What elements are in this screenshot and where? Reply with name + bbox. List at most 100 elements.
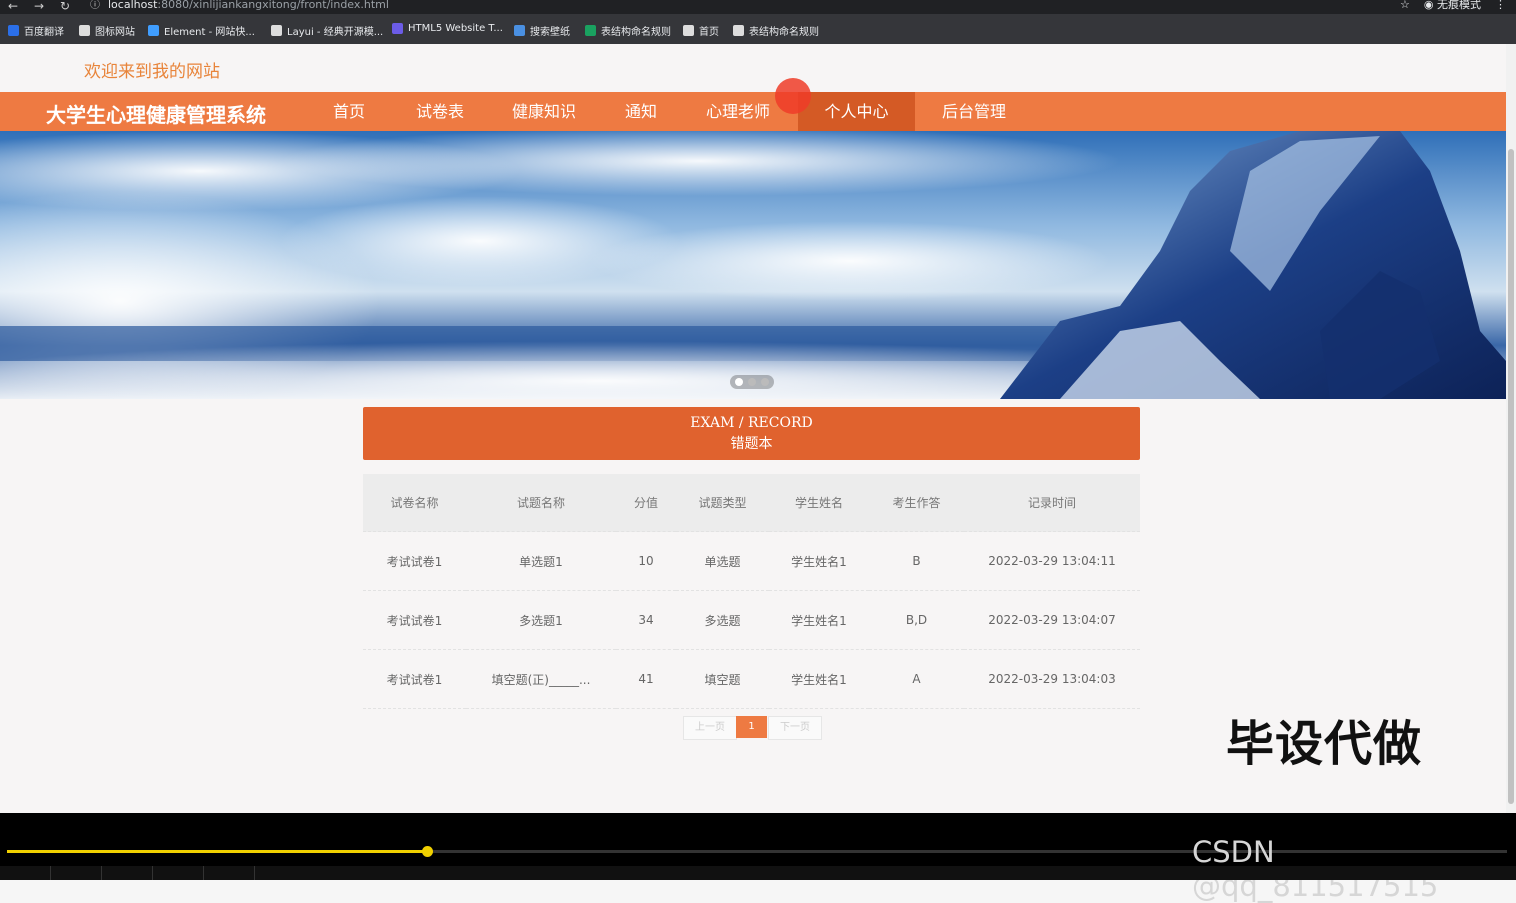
column-header: 记录时间 xyxy=(964,474,1140,532)
table-row[interactable]: 考试试卷1 单选题1 10 单选题 学生姓名1 B 2022-03-29 13:04:11 xyxy=(363,531,1140,591)
bookmark-star-icon[interactable]: ☆ xyxy=(1400,0,1410,11)
hero-banner xyxy=(0,131,1506,399)
forward-icon[interactable]: → xyxy=(34,0,44,12)
page-viewport: 欢迎来到我的网站 大学生心理健康管理系统 首页 试卷表 健康知识 通知 心理老师 个人中心… xyxy=(0,44,1506,813)
table-cell: 学生姓名1 xyxy=(769,590,869,650)
next-page-button[interactable]: 下一页 xyxy=(768,716,822,740)
system-title: 大学生心理健康管理系统 xyxy=(46,103,266,127)
profile-area[interactable]: ☆ ◉ 无痕模式 ⋮ xyxy=(1400,0,1506,11)
url-field[interactable]: localhost:8080/xinlijiankangxitong/front… xyxy=(108,0,389,11)
table-cell: 填空题 xyxy=(676,649,769,709)
bookmark-label: Layui - 经典开源模... xyxy=(287,27,384,38)
bookmark-label: 表结构命名规则 xyxy=(601,27,671,38)
table-cell: 考试试卷1 xyxy=(363,531,466,591)
watermark-text: 毕设代做 xyxy=(1226,716,1423,772)
bookmark-item[interactable]: Element - 网站快... xyxy=(148,23,255,38)
bookmark-label: 搜索壁纸 xyxy=(530,27,570,38)
bookmark-item[interactable]: Layui - 经典开源模... xyxy=(271,23,383,38)
bookmark-item[interactable]: 表结构命名规则 xyxy=(585,23,671,38)
nav-item[interactable]: 健康知识 xyxy=(500,92,588,131)
section-title-cn: 错题本 xyxy=(730,436,773,452)
bookmark-item[interactable]: HTML5 Website T... xyxy=(392,23,503,34)
table-cell: 多选题1 xyxy=(466,590,616,650)
table-cell: B xyxy=(869,531,964,591)
info-icon: ⓘ xyxy=(90,0,100,11)
nav-item[interactable]: 通知 xyxy=(610,92,672,131)
click-indicator xyxy=(775,78,811,114)
table-cell: 学生姓名1 xyxy=(769,531,869,591)
table-row[interactable]: 考试试卷1 填空题(正)_____... 41 填空题 学生姓名1 A 2022-03-29… xyxy=(363,649,1140,709)
welcome-text: 欢迎来到我的网站 xyxy=(84,62,220,82)
bookmark-favicon-icon xyxy=(148,25,159,36)
main-navbar: 大学生心理健康管理系统 首页 试卷表 健康知识 通知 心理老师 个人中心 后台管理 xyxy=(0,92,1506,131)
video-player-bar: CSDN @qq_811517515 xyxy=(0,813,1516,903)
table-cell: 考试试卷1 xyxy=(363,590,466,650)
banner-image xyxy=(0,131,1506,399)
carousel-dot-1[interactable] xyxy=(735,378,743,386)
nav-item[interactable]: 后台管理 xyxy=(926,92,1022,131)
player-controls xyxy=(0,866,1516,880)
bookmark-favicon-icon xyxy=(8,25,19,36)
column-header: 学生姓名 xyxy=(769,474,869,532)
carousel-dots xyxy=(730,375,774,389)
table-cell: 单选题1 xyxy=(466,531,616,591)
incognito-icon: ◉ xyxy=(1423,0,1434,11)
nav-item[interactable]: 个人中心 xyxy=(798,92,915,131)
bookmarks-bar: 百度翻译 图标网站 Element - 网站快... Layui - 经典开源模...… xyxy=(0,14,1516,44)
table-cell: 学生姓名1 xyxy=(769,649,869,709)
browser-address-bar: ← → ↻ ⓘ localhost:8080/xinlijiankangxito… xyxy=(0,0,1516,14)
progress-knob[interactable] xyxy=(422,846,433,857)
table-cell: 41 xyxy=(616,649,676,709)
bookmark-label: 百度翻译 xyxy=(24,27,64,38)
nav-item[interactable]: 心理老师 xyxy=(694,92,782,131)
bookmark-favicon-icon xyxy=(683,25,694,36)
table-cell: B,D xyxy=(869,590,964,650)
bookmark-favicon-icon xyxy=(585,25,596,36)
table-cell: 单选题 xyxy=(676,531,769,591)
scrollbar-thumb[interactable] xyxy=(1508,149,1514,804)
bookmark-label: 首页 xyxy=(699,27,719,38)
page-scrollbar[interactable] xyxy=(1506,44,1516,813)
wrong-answers-table: 试卷名称 试题名称 分值 试题类型 学生姓名 考生作答 记录时间 考试试卷1 单选题1 10 单选… xyxy=(363,474,1140,709)
bookmark-favicon-icon xyxy=(733,25,744,36)
column-header: 试题类型 xyxy=(676,474,769,532)
carousel-dot-3[interactable] xyxy=(761,378,769,386)
bookmark-item[interactable]: 搜索壁纸 xyxy=(514,23,570,38)
progress-fill xyxy=(7,850,427,853)
bookmark-item[interactable]: 表结构命名规则 xyxy=(733,23,819,38)
table-cell: 10 xyxy=(616,531,676,591)
carousel-dot-2[interactable] xyxy=(748,378,756,386)
table-cell: 考试试卷1 xyxy=(363,649,466,709)
table-cell: 2022-03-29 13:04:03 xyxy=(964,649,1140,709)
bookmark-favicon-icon xyxy=(392,23,403,34)
nav-item[interactable]: 首页 xyxy=(323,92,375,131)
bookmark-favicon-icon xyxy=(514,25,525,36)
section-header: EXAM / RECORD 错题本 xyxy=(363,407,1140,460)
profile-label: 无痕模式 xyxy=(1437,0,1481,11)
section-title-en: EXAM / RECORD xyxy=(690,415,813,431)
prev-page-button[interactable]: 上一页 xyxy=(683,716,737,740)
bookmark-item[interactable]: 百度翻译 xyxy=(8,23,64,38)
table-cell: 2022-03-29 13:04:11 xyxy=(964,531,1140,591)
table-cell: 2022-03-29 13:04:07 xyxy=(964,590,1140,650)
current-page-button[interactable]: 1 xyxy=(736,716,767,738)
url-host: localhost xyxy=(108,0,158,11)
table-row[interactable]: 考试试卷1 多选题1 34 多选题 学生姓名1 B,D 2022-03-29 13:04:0… xyxy=(363,590,1140,650)
bookmark-label: 图标网站 xyxy=(95,27,135,38)
bookmark-item[interactable]: 图标网站 xyxy=(79,23,135,38)
bookmark-favicon-icon xyxy=(79,25,90,36)
table-cell: A xyxy=(869,649,964,709)
bookmark-label: 表结构命名规则 xyxy=(749,27,819,38)
bookmark-label: Element - 网站快... xyxy=(164,27,255,38)
menu-kebab-icon[interactable]: ⋮ xyxy=(1495,0,1506,11)
column-header: 试题名称 xyxy=(466,474,616,532)
column-header: 试卷名称 xyxy=(363,474,466,532)
reload-icon[interactable]: ↻ xyxy=(60,0,70,12)
table-cell: 填空题(正)_____... xyxy=(466,649,616,709)
bookmark-item[interactable]: 首页 xyxy=(683,23,719,38)
nav-item[interactable]: 试卷表 xyxy=(406,92,474,131)
table-body: 考试试卷1 单选题1 10 单选题 学生姓名1 B 2022-03-29 13:04:11 考… xyxy=(363,531,1140,709)
back-icon[interactable]: ← xyxy=(8,0,18,12)
column-header: 分值 xyxy=(616,474,676,532)
table-cell: 多选题 xyxy=(676,590,769,650)
